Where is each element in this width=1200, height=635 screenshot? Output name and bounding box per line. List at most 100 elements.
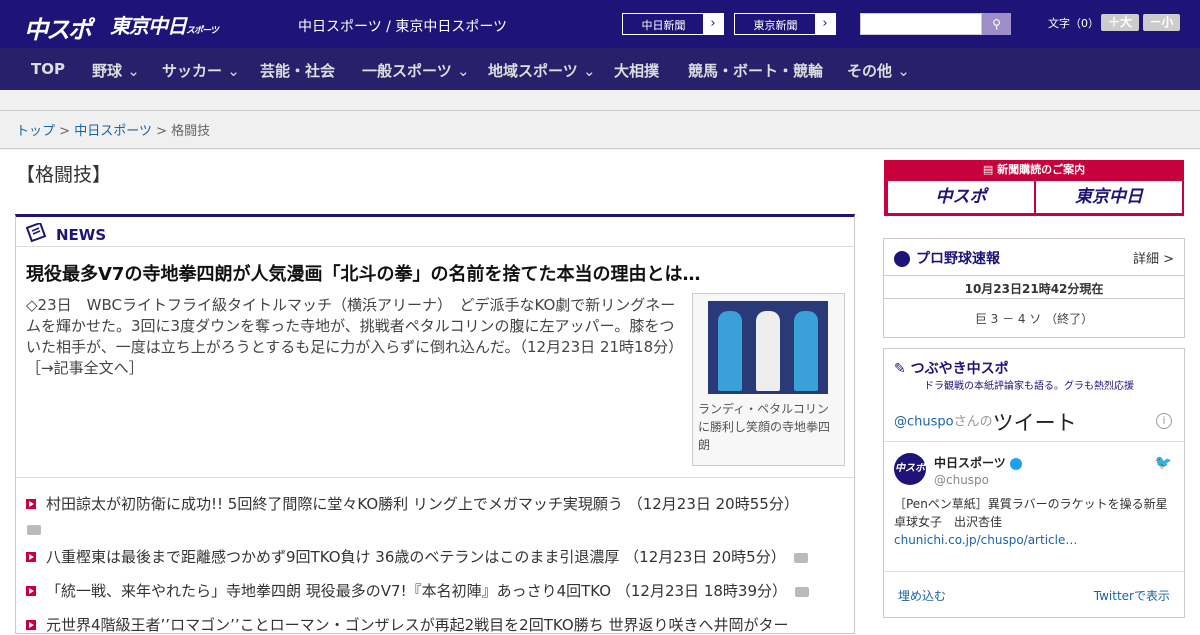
boxing-photo	[708, 301, 828, 394]
search-input[interactable]	[860, 13, 982, 35]
photo-caption: ランディ・ペタルコリンに勝利し笑顔の寺地拳四朗	[698, 402, 831, 452]
lead-text: ◇23日 WBCライトフライ級タイトルマッチ（横浜アリーナ） どデ派手なKO劇で…	[26, 296, 676, 356]
tokyo-logo-small: スポーツ	[186, 26, 219, 36]
read-more-link[interactable]: ［→記事全文へ］	[26, 359, 144, 377]
baseball-detail-link[interactable]: 詳細 >	[1133, 248, 1174, 267]
tweet-user-handle[interactable]: @chuspo	[934, 473, 989, 487]
divider	[0, 148, 1200, 149]
twitter-handle-link[interactable]: @chuspo	[894, 415, 954, 430]
site-header: 中スポ 東京中日スポーツ 中日スポーツ / 東京中日スポーツ 中日新聞 › 東京新…	[0, 0, 1200, 48]
tweets-heading: @chuspoさんのツイート	[894, 407, 1077, 437]
chuspo-subscribe-button[interactable]: 中スポ	[888, 181, 1034, 213]
page-title: 【格闘技】	[16, 164, 112, 186]
chevron-down-icon: ⌄	[227, 62, 240, 80]
tweets-label: ツイート	[992, 411, 1077, 435]
twitter-title: ✎ つぶやき中スポ	[894, 358, 1009, 378]
baseball-score-box: プロ野球速報 詳細 > 10月23日21時42分現在 巨 3 － 4 ソ （終了…	[883, 238, 1185, 338]
handle-suffix: さんの	[953, 414, 993, 430]
nav-item-soccer[interactable]: サッカー ⌄	[162, 60, 240, 81]
tokyo-shimbun-button[interactable]: 東京新聞 ›	[734, 13, 836, 35]
subscription-banner[interactable]: ▤ 新聞購読のご案内 中スポ 東京中日	[884, 160, 1184, 216]
tokyo-logo-text: 東京中日	[110, 14, 187, 38]
photo-figure	[718, 311, 742, 391]
chevron-right-icon: ›	[815, 14, 835, 34]
nav-label: 野球	[92, 62, 123, 80]
baseball-icon	[894, 251, 910, 267]
baseball-title: プロ野球速報	[894, 248, 1000, 268]
twitter-subtitle: ドラ観戦の本紙評論家も語る。グラも熱烈応援	[924, 381, 1134, 392]
nav-item-general-sports[interactable]: 一般スポーツ ⌄	[362, 60, 470, 81]
lead-paragraph: ◇23日 WBCライトフライ級タイトルマッチ（横浜アリーナ） どデ派手なKO劇で…	[26, 295, 686, 379]
breadcrumb-section[interactable]: 中日スポーツ	[74, 124, 152, 139]
main-nav: TOP 野球 ⌄ サッカー ⌄ 芸能・社会 一般スポーツ ⌄ 地域スポーツ ⌄ …	[0, 48, 1200, 90]
chevron-right-icon: ›	[703, 14, 723, 34]
chunichi-button-label: 中日新聞	[641, 19, 686, 32]
news-header: NEWS	[16, 217, 854, 247]
font-size-label: 文字（0）	[1048, 17, 1099, 30]
tokyo-chunichi-logo[interactable]: 東京中日スポーツ	[110, 10, 219, 39]
chevron-down-icon: ⌄	[582, 62, 596, 80]
nav-item-other[interactable]: その他 ⌄	[847, 60, 910, 81]
nav-item-local-sports[interactable]: 地域スポーツ ⌄	[488, 60, 596, 81]
user-name-text: 中日スポーツ	[934, 456, 1006, 470]
tweet-text: ［Penペン草紙］異質ラバーのラケットを操る新星 卓球女子 出沢杏佳	[894, 497, 1180, 529]
nav-item-racing[interactable]: 競馬・ボート・競輪	[688, 60, 823, 81]
tweet-link[interactable]: chunichi.co.jp/chuspo/article…	[894, 533, 1077, 547]
camera-shape	[27, 524, 41, 535]
news-heading: NEWS	[56, 226, 107, 244]
font-bigger-button[interactable]: ＋大	[1101, 14, 1139, 31]
avatar[interactable]: 中スポ	[894, 453, 926, 485]
verified-icon	[1009, 457, 1022, 470]
nav-label: その他	[847, 62, 893, 80]
play-icon	[26, 620, 36, 630]
twitter-box: ✎ つぶやき中スポ ドラ観戦の本紙評論家も語る。グラも熱烈応援 @chuspoさ…	[883, 348, 1185, 618]
lead-photo[interactable]: ランディ・ペタルコリンに勝利し笑顔の寺地拳四朗	[692, 293, 845, 466]
chevron-down-icon: ⌄	[897, 62, 910, 80]
info-icon[interactable]: i	[1156, 413, 1172, 429]
top-headline[interactable]: 現役最多V7の寺地拳四朗が人気漫画「北斗の拳」の名前を捨てた本当の理由とは…	[26, 260, 700, 286]
news-item-text: 村田諒太が初防衛に成功!! 5回終了間際に堂々KO勝利 リング上でメガマッチ実現…	[46, 495, 799, 513]
game-score[interactable]: 巨 3 － 4 ソ （終了）	[884, 310, 1184, 327]
divider	[16, 477, 854, 478]
subscription-title-text: 新聞購読のご案内	[997, 163, 1086, 176]
photo-figure	[756, 311, 780, 391]
nav-item-baseball[interactable]: 野球 ⌄	[92, 60, 140, 81]
newspaper-icon: ▤	[982, 163, 998, 176]
breadcrumb-current: 格闘技	[171, 124, 211, 139]
nav-item-sumo[interactable]: 大相撲	[614, 60, 659, 81]
chevron-down-icon: ⌄	[127, 62, 140, 80]
news-list-item[interactable]: 八重樫東は最後まで距離感つかめず9回TKO負け 36歳のベテランはこのまま引退濃…	[26, 546, 808, 567]
news-item-text: 「統一戦、来年やれたら」寺地拳四朗 現役最多のV7!『本名初陣』あっさり4回TK…	[46, 582, 788, 600]
nav-item-entertainment[interactable]: 芸能・社会	[260, 60, 335, 81]
breadcrumb-top[interactable]: トップ	[16, 124, 55, 139]
news-item-text: 元世界4階級王者’’ロマゴン’’ことローマン・ゴンザレスが再起2戦目を2回TKO…	[46, 616, 789, 634]
baseball-title-text: プロ野球速報	[916, 251, 1000, 267]
news-panel: NEWS 現役最多V7の寺地拳四朗が人気漫画「北斗の拳」の名前を捨てた本当の理由…	[15, 214, 855, 634]
camera-icon	[793, 552, 808, 563]
tweet-user-name[interactable]: 中日スポーツ	[934, 454, 1022, 471]
nav-label: 地域スポーツ	[488, 62, 578, 80]
site-name: 中日スポーツ / 東京中日スポーツ	[298, 19, 508, 35]
play-icon	[26, 586, 36, 596]
chuspo-logo[interactable]: 中スポ	[24, 10, 92, 45]
divider	[0, 110, 1200, 111]
view-on-twitter-link[interactable]: Twitterで表示	[1094, 587, 1170, 604]
nav-label: 一般スポーツ	[362, 62, 452, 80]
camera-icon	[27, 519, 41, 538]
twitter-bird-icon[interactable]: 🐦	[1155, 455, 1172, 471]
divider	[884, 441, 1184, 442]
news-list-item[interactable]: 「統一戦、来年やれたら」寺地拳四朗 現役最多のV7!『本名初陣』あっさり4回TK…	[26, 580, 810, 601]
nav-item-top[interactable]: TOP	[31, 60, 65, 78]
search-button[interactable]: ⚲	[982, 13, 1011, 35]
breadcrumb: トップ > 中日スポーツ > 格闘技	[16, 120, 210, 139]
news-list-item[interactable]: 元世界4階級王者’’ロマゴン’’ことローマン・ゴンザレスが再起2戦目を2回TKO…	[26, 614, 788, 635]
tokyo-chunichi-subscribe-button[interactable]: 東京中日	[1036, 181, 1182, 213]
play-icon	[26, 552, 36, 562]
search-icon: ⚲	[992, 17, 1001, 31]
megaphone-icon: ✎	[894, 361, 911, 377]
chunichi-shimbun-button[interactable]: 中日新聞 ›	[622, 13, 724, 35]
font-smaller-button[interactable]: －小	[1143, 14, 1180, 31]
embed-link[interactable]: 埋め込む	[898, 587, 946, 604]
news-list-item[interactable]: 村田諒太が初防衛に成功!! 5回終了間際に堂々KO勝利 リング上でメガマッチ実現…	[26, 493, 799, 514]
subscription-title: ▤ 新聞購読のご案内	[884, 160, 1184, 179]
